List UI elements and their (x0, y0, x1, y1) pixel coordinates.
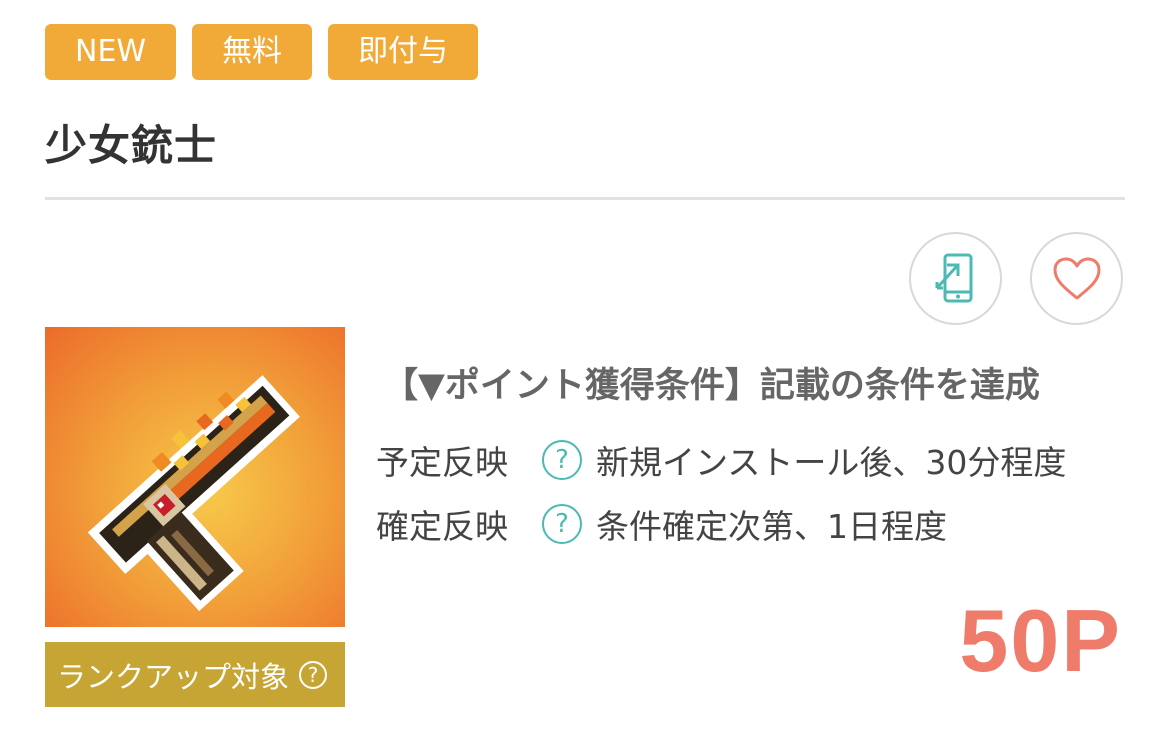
schedule-label: 予定反映 (376, 443, 508, 482)
favorite-button[interactable] (1030, 232, 1123, 325)
pixel-gun-icon (87, 375, 300, 612)
schedule-row-confirmed: 確定反映 ? 条件確定次第、1日程度 (376, 500, 947, 548)
point-condition: 【▼ポイント獲得条件】記載の条件を達成 (383, 366, 1040, 406)
app-title: 少女銃士 (45, 121, 218, 170)
phone-transfer-icon (935, 253, 972, 302)
schedule-value: 条件確定次第、1日程度 (596, 507, 947, 546)
tag-free: 無料 (192, 24, 313, 80)
rankup-badge[interactable]: ランクアップ対象 ? (45, 642, 345, 707)
help-icon[interactable]: ? (542, 440, 582, 480)
help-icon[interactable]: ? (542, 504, 582, 544)
device-button[interactable] (909, 232, 1002, 325)
rankup-help-icon[interactable]: ? (299, 660, 328, 689)
app-icon[interactable] (45, 327, 345, 627)
tag-instant: 即付与 (328, 24, 479, 80)
schedule-label: 確定反映 (376, 507, 508, 546)
tag-list: NEW 無料 即付与 (45, 24, 479, 80)
offer-card: NEW 無料 即付与 少女銃士 ランクアップ対象 ? 【▼ポイント獲得条件】記載… (0, 0, 1170, 733)
reward-points: 50P (959, 591, 1122, 690)
schedule-row-planned: 予定反映 ? 新規インストール後、30分程度 (376, 436, 1066, 484)
rankup-label: ランクアップ対象 (57, 659, 290, 694)
tag-new: NEW (45, 24, 177, 80)
divider (45, 197, 1125, 200)
heart-icon (1053, 257, 1100, 299)
schedule-value: 新規インストール後、30分程度 (596, 443, 1067, 482)
